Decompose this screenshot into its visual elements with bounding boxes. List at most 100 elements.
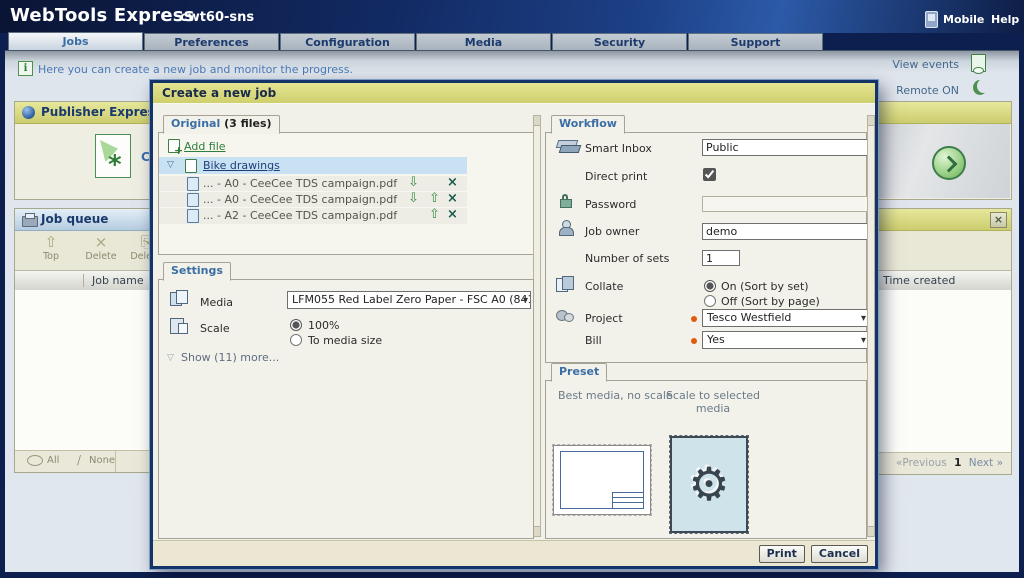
collapse-expander-icon[interactable]: ▽: [167, 160, 174, 170]
file-icon: [187, 209, 199, 223]
project-icon: [556, 307, 574, 321]
password-input: [702, 196, 869, 212]
app-title: WebTools Express: [10, 5, 195, 26]
project-select[interactable]: Tesco Westfield ▾: [702, 309, 869, 327]
job-owner-input[interactable]: [702, 223, 869, 240]
preset-scale-to-media-thumbnail[interactable]: ⚙: [670, 436, 748, 533]
view-events-link[interactable]: View events: [892, 58, 959, 71]
gear-image: ⚙: [688, 456, 729, 510]
chevron-right-icon: [941, 156, 958, 173]
job-queue-title: Job queue: [41, 212, 108, 226]
workflow-group: [545, 132, 867, 363]
pagination-next[interactable]: Next »: [969, 457, 1003, 469]
left-pane-scrollbar[interactable]: [533, 115, 541, 537]
password-label: Password: [585, 198, 636, 211]
file-name: ... - A2 - CeeCee TDS campaign.pdf: [203, 209, 397, 222]
collate-off-radio[interactable]: [704, 295, 716, 307]
tab-workflow[interactable]: Workflow: [551, 115, 625, 134]
required-dot-icon: [691, 338, 697, 344]
scale-100-radio[interactable]: [290, 319, 302, 331]
tab-original[interactable]: Original (3 files): [163, 115, 280, 134]
device-name: cwt60-sns: [180, 10, 254, 25]
collate-on-radio[interactable]: [704, 280, 716, 292]
file-row[interactable]: ... - A0 - CeeCee TDS campaign.pdf ⇩ ⇧ ×: [159, 191, 467, 208]
collate-label: Collate: [585, 280, 623, 293]
remove-file-icon[interactable]: ×: [447, 192, 458, 206]
tab-preferences[interactable]: Preferences: [144, 33, 279, 50]
view-events-icon[interactable]: [971, 54, 986, 72]
mobile-icon: [925, 11, 938, 28]
scale-to-media-radio[interactable]: [290, 334, 302, 346]
folder-name-link[interactable]: Bike drawings: [203, 159, 280, 172]
tab-media[interactable]: Media: [416, 33, 551, 50]
media-label: Media: [200, 296, 233, 309]
print-button[interactable]: Print: [759, 545, 805, 563]
publisher-express-title: Publisher Express: [41, 105, 162, 119]
number-of-sets-input[interactable]: [702, 250, 740, 266]
scale-to-media-label: To media size: [308, 334, 382, 347]
create-job-icon: *: [95, 134, 131, 178]
tab-settings[interactable]: Settings: [163, 262, 231, 281]
number-of-sets-label: Number of sets: [585, 252, 669, 265]
right-pane-scrollbar[interactable]: [867, 115, 875, 537]
show-more-link[interactable]: Show (11) more...: [181, 351, 279, 364]
remove-file-icon[interactable]: ×: [447, 208, 458, 222]
bill-label: Bill: [585, 334, 602, 347]
next-step-button[interactable]: [932, 146, 966, 180]
chevron-down-icon: ▾: [861, 311, 866, 327]
file-icon: [187, 177, 199, 191]
delete-button[interactable]: × Delete: [77, 234, 125, 262]
select-none-link[interactable]: None: [89, 455, 115, 466]
info-message: Here you can create a new job and monito…: [38, 63, 353, 76]
chevron-down-icon: ▾: [523, 293, 528, 309]
info-icon: i: [18, 61, 33, 76]
move-down-icon[interactable]: ⇩: [408, 176, 419, 190]
tab-configuration[interactable]: Configuration: [280, 33, 415, 50]
select-none-icon: /: [77, 453, 81, 467]
file-row[interactable]: ... - A2 - CeeCee TDS campaign.pdf ⇧ ×: [159, 207, 467, 224]
top-button[interactable]: ⇧ Top: [29, 234, 73, 262]
scale-100-label: 100%: [308, 319, 339, 332]
printer-icon: [22, 216, 38, 227]
dialog-title: Create a new job: [153, 83, 875, 104]
collate-icon: [556, 276, 574, 291]
move-down-icon[interactable]: ⇩: [408, 192, 419, 206]
folder-row[interactable]: ▽ Bike drawings: [159, 157, 467, 174]
tab-preset[interactable]: Preset: [551, 363, 607, 382]
nav-tabbar: Jobs Preferences Configuration Media Sec…: [8, 33, 824, 50]
bill-select[interactable]: Yes ▾: [702, 331, 869, 349]
file-row[interactable]: ... - A0 - CeeCee TDS campaign.pdf ⇩ ×: [159, 175, 467, 192]
preset-option-2-label: Scale to selected media: [653, 389, 773, 415]
move-up-icon[interactable]: ⇧: [429, 192, 440, 206]
direct-print-checkbox[interactable]: [703, 168, 716, 181]
move-up-icon[interactable]: ⇧: [429, 208, 440, 222]
tab-support[interactable]: Support: [688, 33, 823, 50]
app-header: WebTools Express cwt60-sns Mobile Help: [0, 0, 1024, 33]
select-all-link[interactable]: All: [47, 455, 59, 466]
job-owner-person-icon: [559, 220, 573, 235]
file-count: (3 files): [224, 117, 271, 130]
collate-off-label: Off (Sort by page): [721, 295, 820, 308]
dialog-body: Original (3 files) + Add file ▽ Bike dra…: [153, 104, 875, 540]
media-select[interactable]: LFM055 Red Label Zero Paper - FSC A0 (84…: [287, 291, 531, 309]
show-more-expander-icon[interactable]: ▽: [167, 353, 174, 363]
smart-inbox-label: Smart Inbox: [585, 142, 652, 155]
settings-group: [158, 279, 534, 539]
remove-file-icon[interactable]: ×: [447, 176, 458, 190]
mobile-link[interactable]: Mobile: [943, 13, 984, 26]
direct-print-label: Direct print: [585, 170, 647, 183]
preset-best-media-thumbnail[interactable]: [553, 445, 651, 515]
help-link[interactable]: Help: [991, 13, 1019, 26]
remote-on-link[interactable]: Remote ON: [896, 84, 959, 97]
tab-security[interactable]: Security: [552, 33, 687, 50]
smart-inbox-input[interactable]: [702, 139, 869, 156]
cancel-button[interactable]: Cancel: [811, 545, 868, 563]
remote-moon-icon[interactable]: [973, 80, 987, 95]
add-file-link[interactable]: Add file: [184, 140, 226, 153]
file-name: ... - A0 - CeeCee TDS campaign.pdf: [203, 177, 397, 190]
tab-jobs[interactable]: Jobs: [8, 32, 143, 50]
delete-icon: ×: [77, 234, 125, 251]
column-job-name: Job name: [83, 274, 144, 287]
panel-close-button[interactable]: ×: [990, 212, 1007, 228]
pagination-previous[interactable]: «Previous: [896, 457, 947, 469]
